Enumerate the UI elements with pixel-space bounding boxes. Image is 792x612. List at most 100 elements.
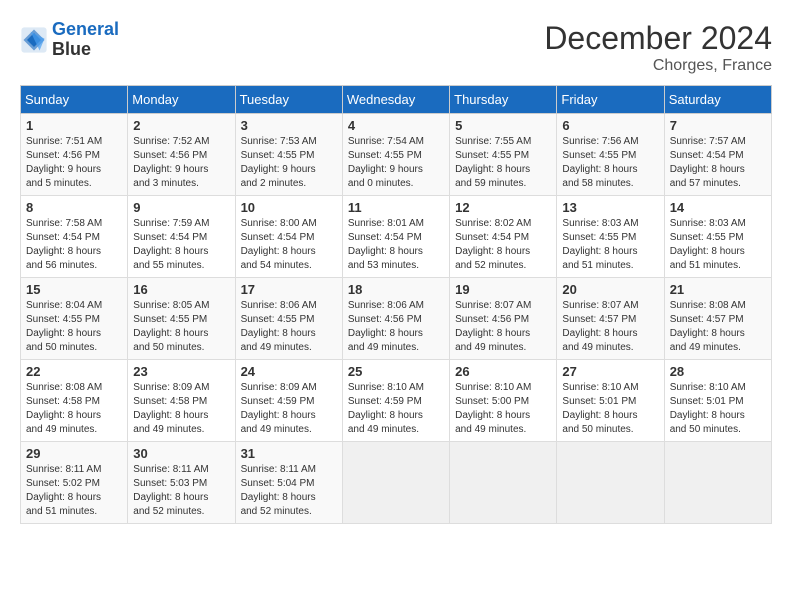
calendar-cell: 3 Sunrise: 7:53 AM Sunset: 4:55 PM Daylig… [235,114,342,196]
day-info: Sunrise: 8:03 AM Sunset: 4:55 PM Dayligh… [670,217,766,273]
calendar-cell: 2 Sunrise: 7:52 AM Sunset: 4:56 PM Daylig… [128,114,235,196]
day-number: 17 [241,282,337,297]
calendar-cell [664,442,771,524]
calendar-cell: 29 Sunrise: 8:11 AM Sunset: 5:02 PM Dayli… [21,442,128,524]
day-number: 22 [26,364,122,379]
day-number: 6 [562,118,658,133]
day-number: 16 [133,282,229,297]
day-number: 29 [26,446,122,461]
day-info: Sunrise: 8:07 AM Sunset: 4:56 PM Dayligh… [455,299,551,355]
day-number: 12 [455,200,551,215]
day-number: 30 [133,446,229,461]
calendar-cell: 20 Sunrise: 8:07 AM Sunset: 4:57 PM Dayli… [557,278,664,360]
day-number: 14 [670,200,766,215]
day-info: Sunrise: 8:05 AM Sunset: 4:55 PM Dayligh… [133,299,229,355]
day-info: Sunrise: 8:10 AM Sunset: 5:01 PM Dayligh… [562,381,658,437]
calendar-cell: 30 Sunrise: 8:11 AM Sunset: 5:03 PM Dayli… [128,442,235,524]
day-number: 24 [241,364,337,379]
month-title: December 2024 [544,20,772,57]
logo: General Blue [20,20,119,60]
calendar-body: 1 Sunrise: 7:51 AM Sunset: 4:56 PM Daylig… [21,114,772,524]
day-info: Sunrise: 7:55 AM Sunset: 4:55 PM Dayligh… [455,135,551,191]
day-number: 4 [348,118,444,133]
day-number: 20 [562,282,658,297]
calendar-cell: 11 Sunrise: 8:01 AM Sunset: 4:54 PM Dayli… [342,196,449,278]
day-number: 26 [455,364,551,379]
day-info: Sunrise: 7:54 AM Sunset: 4:55 PM Dayligh… [348,135,444,191]
calendar-cell: 9Sunrise: 7:59 AM Sunset: 4:54 PM Daylig… [128,196,235,278]
day-number: 28 [670,364,766,379]
calendar-cell: 7 Sunrise: 7:57 AM Sunset: 4:54 PM Daylig… [664,114,771,196]
calendar-cell [342,442,449,524]
day-info: Sunrise: 8:10 AM Sunset: 4:59 PM Dayligh… [348,381,444,437]
day-info: Sunrise: 7:56 AM Sunset: 4:55 PM Dayligh… [562,135,658,191]
day-info: Sunrise: 7:52 AM Sunset: 4:56 PM Dayligh… [133,135,229,191]
calendar-cell: 22Sunrise: 8:08 AM Sunset: 4:58 PM Dayli… [21,360,128,442]
day-number: 3 [241,118,337,133]
day-number: 19 [455,282,551,297]
day-info: Sunrise: 8:03 AM Sunset: 4:55 PM Dayligh… [562,217,658,273]
header: General Blue December 2024 Chorges, Fran… [20,20,772,75]
calendar-cell: 31Sunrise: 8:11 AM Sunset: 5:04 PM Dayli… [235,442,342,524]
day-info: Sunrise: 8:04 AM Sunset: 4:55 PM Dayligh… [26,299,122,355]
day-info: Sunrise: 7:57 AM Sunset: 4:54 PM Dayligh… [670,135,766,191]
day-info: Sunrise: 8:01 AM Sunset: 4:54 PM Dayligh… [348,217,444,273]
col-friday: Friday [557,86,664,114]
day-info: Sunrise: 7:59 AM Sunset: 4:54 PM Dayligh… [133,217,229,273]
calendar-cell: 5 Sunrise: 7:55 AM Sunset: 4:55 PM Daylig… [450,114,557,196]
calendar-cell: 12 Sunrise: 8:02 AM Sunset: 4:54 PM Dayli… [450,196,557,278]
day-number: 25 [348,364,444,379]
location-subtitle: Chorges, France [544,57,772,75]
day-info: Sunrise: 8:09 AM Sunset: 4:59 PM Dayligh… [241,381,337,437]
calendar-cell: 1 Sunrise: 7:51 AM Sunset: 4:56 PM Daylig… [21,114,128,196]
calendar-week-row: 8 Sunrise: 7:58 AM Sunset: 4:54 PM Daylig… [21,196,772,278]
day-number: 8 [26,200,122,215]
calendar-cell: 13 Sunrise: 8:03 AM Sunset: 4:55 PM Dayli… [557,196,664,278]
calendar-cell: 18Sunrise: 8:06 AM Sunset: 4:56 PM Dayli… [342,278,449,360]
logo-icon [20,26,48,54]
col-tuesday: Tuesday [235,86,342,114]
day-info: Sunrise: 7:58 AM Sunset: 4:54 PM Dayligh… [26,217,122,273]
day-info: Sunrise: 7:53 AM Sunset: 4:55 PM Dayligh… [241,135,337,191]
day-number: 10 [241,200,337,215]
day-number: 27 [562,364,658,379]
calendar-cell: 16 Sunrise: 8:05 AM Sunset: 4:55 PM Dayli… [128,278,235,360]
day-number: 23 [133,364,229,379]
day-info: Sunrise: 8:06 AM Sunset: 4:56 PM Dayligh… [348,299,444,355]
calendar-cell [450,442,557,524]
day-info: Sunrise: 8:11 AM Sunset: 5:02 PM Dayligh… [26,463,122,519]
calendar-week-row: 15Sunrise: 8:04 AM Sunset: 4:55 PM Dayli… [21,278,772,360]
day-info: Sunrise: 8:06 AM Sunset: 4:55 PM Dayligh… [241,299,337,355]
col-saturday: Saturday [664,86,771,114]
col-thursday: Thursday [450,86,557,114]
calendar-cell: 15Sunrise: 8:04 AM Sunset: 4:55 PM Dayli… [21,278,128,360]
day-info: Sunrise: 8:10 AM Sunset: 5:00 PM Dayligh… [455,381,551,437]
col-wednesday: Wednesday [342,86,449,114]
day-number: 1 [26,118,122,133]
calendar-cell: 8 Sunrise: 7:58 AM Sunset: 4:54 PM Daylig… [21,196,128,278]
calendar-week-row: 22Sunrise: 8:08 AM Sunset: 4:58 PM Dayli… [21,360,772,442]
calendar-cell: 10Sunrise: 8:00 AM Sunset: 4:54 PM Dayli… [235,196,342,278]
day-info: Sunrise: 7:51 AM Sunset: 4:56 PM Dayligh… [26,135,122,191]
calendar-cell: 4 Sunrise: 7:54 AM Sunset: 4:55 PM Daylig… [342,114,449,196]
calendar-cell: 6 Sunrise: 7:56 AM Sunset: 4:55 PM Daylig… [557,114,664,196]
day-info: Sunrise: 8:10 AM Sunset: 5:01 PM Dayligh… [670,381,766,437]
day-number: 11 [348,200,444,215]
calendar-cell: 28 Sunrise: 8:10 AM Sunset: 5:01 PM Dayli… [664,360,771,442]
col-sunday: Sunday [21,86,128,114]
day-number: 2 [133,118,229,133]
calendar-week-row: 29 Sunrise: 8:11 AM Sunset: 5:02 PM Dayli… [21,442,772,524]
day-info: Sunrise: 8:11 AM Sunset: 5:03 PM Dayligh… [133,463,229,519]
day-info: Sunrise: 8:09 AM Sunset: 4:58 PM Dayligh… [133,381,229,437]
calendar-cell: 26 Sunrise: 8:10 AM Sunset: 5:00 PM Dayli… [450,360,557,442]
day-number: 7 [670,118,766,133]
day-number: 5 [455,118,551,133]
calendar-cell: 23 Sunrise: 8:09 AM Sunset: 4:58 PM Dayli… [128,360,235,442]
day-info: Sunrise: 8:02 AM Sunset: 4:54 PM Dayligh… [455,217,551,273]
logo-text: General Blue [52,20,119,60]
day-info: Sunrise: 8:07 AM Sunset: 4:57 PM Dayligh… [562,299,658,355]
day-number: 13 [562,200,658,215]
calendar-cell: 25 Sunrise: 8:10 AM Sunset: 4:59 PM Dayli… [342,360,449,442]
calendar-cell [557,442,664,524]
title-area: December 2024 Chorges, France [544,20,772,75]
